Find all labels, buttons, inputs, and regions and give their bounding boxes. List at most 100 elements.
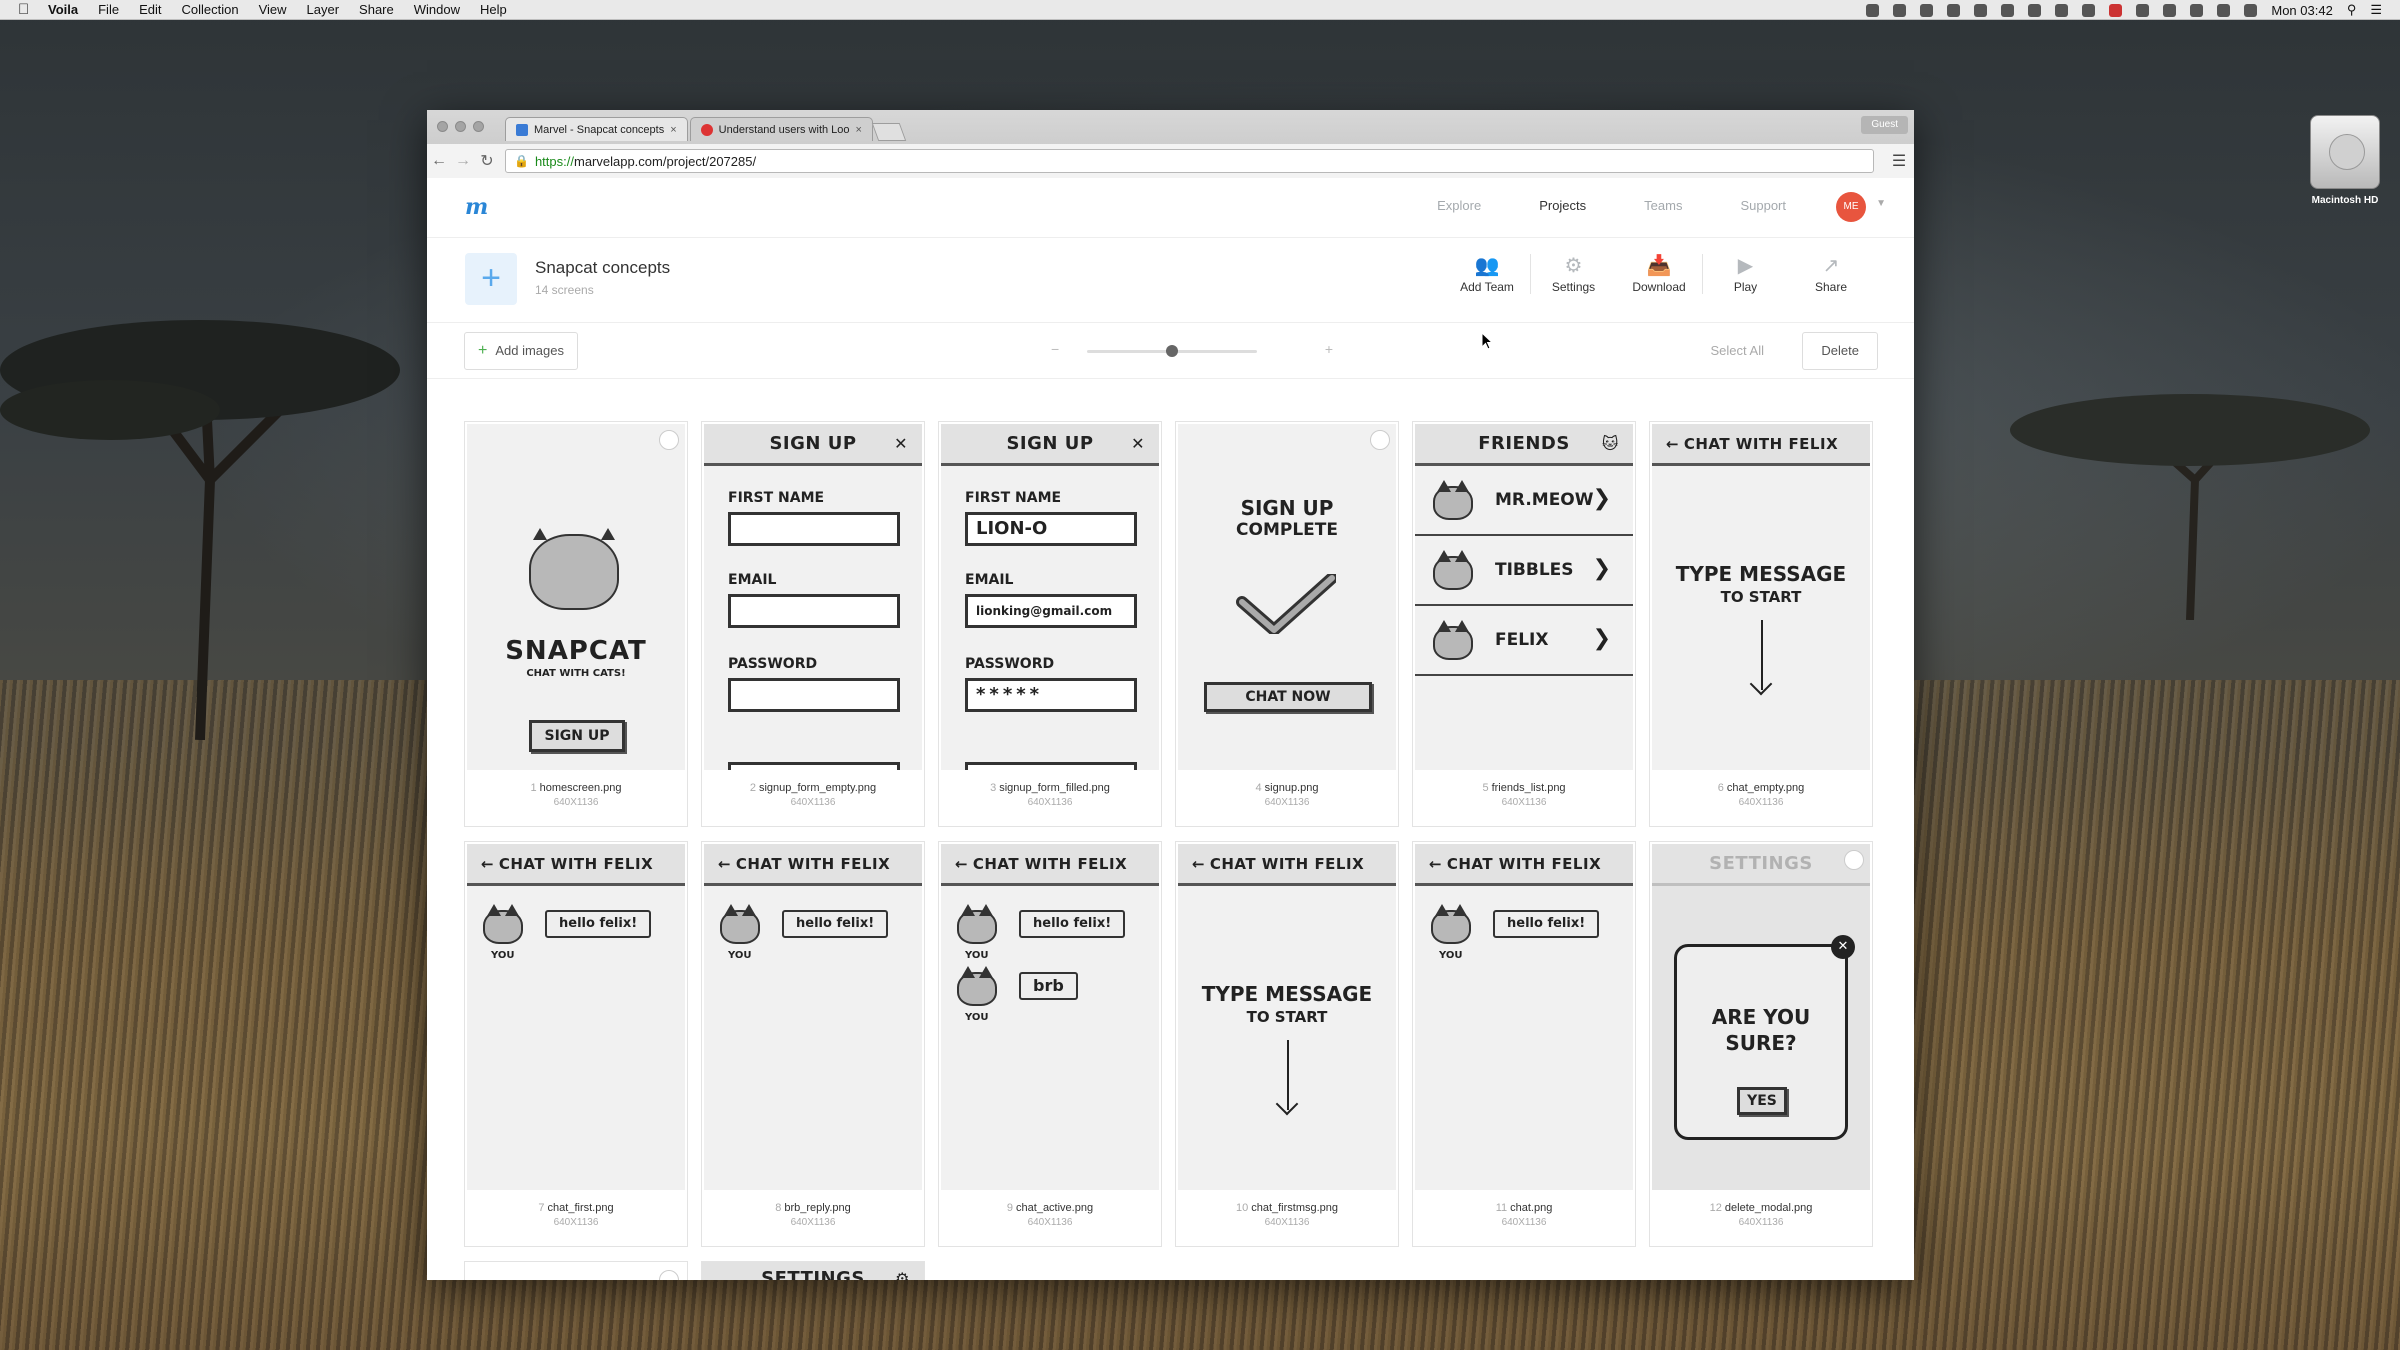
menu-edit[interactable]: Edit (139, 2, 161, 17)
volume-icon[interactable] (2244, 3, 2258, 17)
screen-thumbnail[interactable]: ← CHAT WITH FELIX YOU hello felix! (1415, 844, 1633, 1190)
tab-lookback[interactable]: Understand users with Loo × (689, 117, 873, 142)
wifi-icon[interactable] (2217, 3, 2231, 17)
screen-card[interactable]: SETTINGS ⚙ (701, 1261, 925, 1280)
menu-app-name[interactable]: Voila (48, 2, 78, 17)
nav-teams[interactable]: Teams (1644, 198, 1682, 213)
apple-menu-icon[interactable]:  (18, 1, 34, 18)
behance-icon[interactable] (2136, 3, 2150, 17)
menu-layer[interactable]: Layer (307, 2, 340, 17)
tray-icon[interactable] (2082, 3, 2096, 17)
close-window-button[interactable] (437, 121, 448, 132)
select-radio[interactable] (659, 1270, 679, 1280)
tray-icon[interactable] (1947, 3, 1961, 17)
screen-card[interactable]: ← CHAT WITH FELIX YOU hello felix! 8 brb_r… (701, 841, 925, 1247)
screen-card[interactable]: SIGN UP COMPLETE CHAT NOW 4 signup.png 640… (1175, 421, 1399, 827)
tray-icon[interactable] (2001, 3, 2015, 17)
screen-card[interactable]: ← CHAT WITH FELIX YOU hello felix! 11 chat… (1412, 841, 1636, 1247)
dropbox-icon[interactable] (1920, 3, 1934, 17)
screen-thumbnail[interactable]: ← CHAT WITH FELIX TYPE MESSAGE TO START (1652, 424, 1870, 770)
warning-icon[interactable] (2109, 3, 2123, 17)
screen-card[interactable]: ← CHAT WITH FELIX TYPE MESSAGE TO START 6… (1649, 421, 1873, 827)
screen-thumbnail[interactable]: ← CHAT WITH FELIX YOU hello felix! YOU br… (941, 844, 1159, 1190)
screen-card[interactable]: FRIENDS 🐱 MR.MEOW ❯ TIBBLES ❯ FELIX ❯ 5 frien… (1412, 421, 1636, 827)
tray-icon[interactable] (1866, 3, 1880, 17)
screen-card[interactable]: SIGN UP ✕ FIRST NAME LION-O EMAIL lionkin… (938, 421, 1162, 827)
screen-thumbnail[interactable]: SIGN UP ✕ FIRST NAME EMAIL PASSWORD (704, 424, 922, 770)
add-images-button[interactable]: + Add images (464, 332, 578, 370)
select-radio[interactable] (659, 430, 679, 450)
desktop-drive[interactable]: Macintosh HD (2305, 115, 2385, 206)
friend-name: TIBBLES (1495, 560, 1574, 580)
clock[interactable]: Mon 03:42 (2271, 3, 2332, 18)
sketch-tagline: CHAT WITH CATS! (526, 668, 626, 679)
menu-window[interactable]: Window (414, 2, 460, 17)
screen-card[interactable]: ← CHAT WITH FELIX TYPE MESSAGE TO START 1… (1175, 841, 1399, 1247)
screen-card[interactable] (464, 1261, 688, 1280)
zoom-handle[interactable] (1166, 345, 1178, 357)
add-screen-icon[interactable]: + (465, 253, 517, 305)
screen-thumbnail[interactable]: FRIENDS 🐱 MR.MEOW ❯ TIBBLES ❯ FELIX ❯ (1415, 424, 1633, 770)
screen-thumbnail[interactable]: ← CHAT WITH FELIX YOU hello felix! (704, 844, 922, 1190)
user-avatar[interactable]: ME (1836, 192, 1866, 222)
play-button[interactable]: ▶ Play (1702, 254, 1788, 294)
screen-thumbnail[interactable]: SETTINGS ✕ ARE YOU SURE? YES (1652, 844, 1870, 1190)
guest-profile-button[interactable]: Guest (1861, 116, 1908, 134)
screen-card[interactable]: ← CHAT WITH FELIX YOU hello felix! 7 chat_… (464, 841, 688, 1247)
screen-card[interactable]: ← CHAT WITH FELIX YOU hello felix! YOU br… (938, 841, 1162, 1247)
sketch-field (728, 762, 900, 770)
tray-icon[interactable] (1893, 3, 1907, 17)
spotlight-icon[interactable]: ⚲ (2347, 2, 2357, 18)
select-all-link[interactable]: Select All (1711, 343, 1764, 358)
zoom-slider[interactable]: − + (1051, 341, 1333, 357)
close-tab-icon[interactable]: × (670, 118, 676, 142)
select-radio[interactable] (1370, 430, 1390, 450)
reload-icon[interactable]: ↻ (475, 151, 499, 171)
nav-support[interactable]: Support (1740, 198, 1786, 213)
time-machine-icon[interactable] (2163, 3, 2177, 17)
screen-thumbnail[interactable]: ← CHAT WITH FELIX YOU hello felix! (467, 844, 685, 1190)
notification-icon[interactable] (2028, 3, 2042, 17)
minimize-window-button[interactable] (455, 121, 466, 132)
screen-thumbnail[interactable]: SIGN UP ✕ FIRST NAME LION-O EMAIL lionkin… (941, 424, 1159, 770)
share-button[interactable]: ↗ Share (1788, 254, 1874, 294)
nav-projects[interactable]: Projects (1539, 198, 1586, 213)
settings-button[interactable]: ⚙ Settings (1530, 254, 1616, 294)
screen-number: 12 (1709, 1202, 1722, 1214)
screen-thumbnail[interactable]: SIGN UP COMPLETE CHAT NOW (1178, 424, 1396, 770)
delete-button[interactable]: Delete (1802, 332, 1878, 370)
screen-caption: 2 signup_form_empty.png 640X1136 (702, 782, 924, 808)
select-radio[interactable] (1844, 850, 1864, 870)
tray-icon[interactable] (2055, 3, 2069, 17)
tab-marvel[interactable]: Marvel - Snapcat concepts × (505, 117, 688, 141)
menu-file[interactable]: File (98, 2, 119, 17)
url-scheme: https:// (534, 153, 574, 169)
menu-view[interactable]: View (259, 2, 287, 17)
nav-explore[interactable]: Explore (1437, 198, 1481, 213)
chevron-down-icon[interactable]: ▼ (1876, 198, 1886, 209)
zoom-in-icon[interactable]: + (1325, 341, 1333, 357)
back-arrow-icon[interactable]: ← (427, 152, 451, 170)
zoom-track[interactable] (1087, 345, 1257, 357)
screen-card[interactable]: SNAPCAT CHAT WITH CATS! SIGN UP 1 homescr… (464, 421, 688, 827)
menu-help[interactable]: Help (480, 2, 507, 17)
notification-center-icon[interactable]: ☰ (2370, 2, 2382, 18)
add-team-button[interactable]: 👥 Add Team (1444, 254, 1530, 294)
zoom-out-icon[interactable]: − (1051, 341, 1059, 357)
screen-thumbnail[interactable]: ← CHAT WITH FELIX TYPE MESSAGE TO START (1178, 844, 1396, 1190)
browser-menu-icon[interactable]: ☰ (1884, 151, 1914, 171)
screen-card[interactable]: SIGN UP ✕ FIRST NAME EMAIL PASSWORD 2 sign… (701, 421, 925, 827)
tray-icon[interactable] (1974, 3, 1988, 17)
screen-card[interactable]: SETTINGS ✕ ARE YOU SURE? YES 12 delete_mo… (1649, 841, 1873, 1247)
menu-collection[interactable]: Collection (181, 2, 238, 17)
menu-share[interactable]: Share (359, 2, 394, 17)
marvel-logo[interactable]: m (465, 194, 488, 220)
address-bar[interactable]: 🔒 https://marvelapp.com/project/207285/ (505, 149, 1874, 173)
new-tab-button[interactable] (871, 123, 907, 141)
bluetooth-icon[interactable] (2190, 3, 2204, 17)
screen-thumbnail[interactable]: SNAPCAT CHAT WITH CATS! SIGN UP (467, 424, 685, 770)
download-button[interactable]: 📥 Download (1616, 254, 1702, 294)
close-tab-icon[interactable]: × (856, 118, 862, 142)
forward-arrow-icon[interactable]: → (451, 152, 475, 170)
zoom-window-button[interactable] (473, 121, 484, 132)
